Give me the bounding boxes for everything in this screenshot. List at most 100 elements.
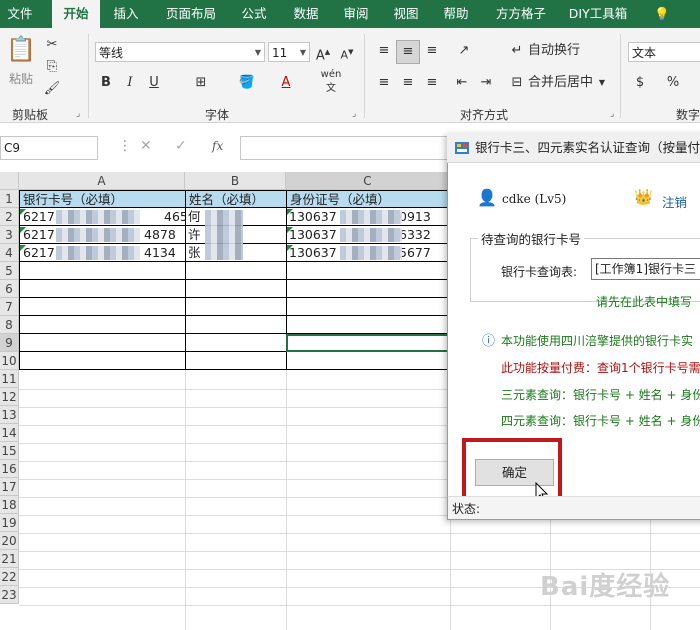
bold-button[interactable]: B (98, 72, 114, 94)
borders-icon[interactable]: ⊞ (190, 72, 212, 94)
selected-cell-c9[interactable] (286, 334, 451, 352)
row-header[interactable]: 11 (0, 370, 19, 388)
tab-view[interactable]: 视图 (386, 0, 426, 28)
align-center-icon[interactable]: ≡ (398, 72, 418, 94)
row-header[interactable]: 19 (0, 514, 19, 532)
merge-center-icon[interactable]: ⊟ (508, 72, 526, 94)
row-header[interactable]: 17 (0, 478, 19, 496)
decrease-indent-icon[interactable]: ⇤ (452, 72, 472, 94)
align-middle-icon[interactable]: ≡ (396, 40, 420, 64)
table-cell[interactable] (185, 352, 287, 370)
tab-page-layout[interactable]: 页面布局 (158, 0, 224, 28)
row-header[interactable]: 6 (0, 280, 19, 298)
table-cell[interactable] (286, 298, 451, 316)
cancel-icon[interactable]: ✕ (140, 138, 152, 154)
merge-center-button[interactable]: 合并后居中 (528, 72, 593, 94)
align-top-icon[interactable]: ≡ (374, 40, 394, 62)
table-cell[interactable] (19, 316, 186, 334)
tab-diy-toolbox[interactable]: DIY工具箱 (566, 0, 630, 28)
logout-link[interactable]: 注销 (662, 192, 687, 211)
row-header[interactable]: 10 (0, 352, 19, 370)
column-header-b[interactable]: B (185, 172, 286, 190)
row-header[interactable]: 18 (0, 496, 19, 514)
table-cell[interactable] (185, 316, 287, 334)
header-cell-card[interactable]: 银行卡号（必填） (19, 190, 186, 208)
font-color-icon[interactable]: A (276, 72, 296, 94)
row-header[interactable]: 3 (0, 226, 19, 244)
error-indicator-icon[interactable] (287, 227, 293, 233)
error-indicator-icon[interactable] (20, 227, 26, 233)
table-cell[interactable] (286, 352, 451, 370)
fill-color-icon[interactable]: 🪣 (236, 72, 258, 94)
tab-help[interactable]: 帮助 (436, 0, 476, 28)
clipboard-launcher-icon[interactable]: ⌟ (76, 109, 80, 119)
row-header[interactable]: 16 (0, 460, 19, 478)
cut-icon[interactable]: ✂ (42, 34, 62, 56)
row-header[interactable]: 7 (0, 298, 19, 316)
header-cell-id[interactable]: 身份证号（必填） (286, 190, 451, 208)
row-header[interactable]: 2 (0, 208, 19, 226)
dialog-title[interactable]: 银行卡三、四元素实名认证查询（按量付费） (447, 133, 700, 163)
format-painter-icon[interactable]: 🖌 (42, 78, 62, 100)
align-left-icon[interactable]: ≡ (374, 72, 394, 94)
table-cell[interactable] (19, 334, 186, 352)
align-bottom-icon[interactable]: ≡ (422, 40, 442, 62)
table-cell[interactable] (19, 352, 186, 370)
row-header[interactable]: 20 (0, 532, 19, 550)
row-header[interactable]: 12 (0, 388, 19, 406)
tab-insert[interactable]: 插入 (104, 0, 148, 28)
decrease-font-icon[interactable]: A▼ (338, 41, 356, 67)
tab-home[interactable]: 开始 (52, 0, 100, 28)
row-header[interactable]: 23 (0, 586, 19, 604)
select-all-corner[interactable] (0, 172, 19, 190)
table-cell[interactable] (185, 262, 287, 280)
row-header[interactable]: 1 (0, 190, 19, 208)
tab-data[interactable]: 数据 (284, 0, 328, 28)
header-cell-name[interactable]: 姓名（必填） (185, 190, 287, 208)
column-header-a[interactable]: A (19, 172, 185, 190)
font-launcher-icon[interactable]: ⌟ (352, 109, 356, 119)
table-cell[interactable] (185, 298, 287, 316)
chevron-down-icon[interactable]: ▼ (596, 72, 608, 94)
query-table-input[interactable]: [工作簿1]银行卡三 (591, 258, 700, 280)
underline-button[interactable]: U (146, 72, 162, 94)
error-indicator-icon[interactable] (287, 245, 293, 251)
font-name-combo[interactable]: 等线 ▼ (95, 42, 265, 62)
wrap-text-button[interactable]: 自动换行 (528, 40, 580, 62)
row-header[interactable]: 5 (0, 262, 19, 280)
orientation-icon[interactable]: ↗ (452, 40, 476, 62)
insert-function-icon[interactable]: fx (212, 139, 223, 153)
table-cell[interactable] (185, 334, 287, 352)
tab-formulas[interactable]: 公式 (232, 0, 276, 28)
tab-fangfang[interactable]: 方方格子 (488, 0, 554, 28)
row-header[interactable]: 14 (0, 424, 19, 442)
copy-icon[interactable]: ⎘ (42, 56, 62, 78)
row-header[interactable]: 9 (0, 334, 19, 352)
table-cell[interactable] (286, 316, 451, 334)
increase-font-icon[interactable]: A▲ (314, 41, 332, 67)
row-header[interactable]: 21 (0, 550, 19, 568)
alignment-launcher-icon[interactable]: ⌟ (610, 109, 614, 119)
italic-button[interactable]: I (122, 72, 138, 94)
name-box[interactable]: C9 (0, 136, 98, 160)
row-header[interactable]: 13 (0, 406, 19, 424)
percent-button[interactable]: % (665, 72, 681, 94)
error-indicator-icon[interactable] (20, 209, 26, 215)
paste-label[interactable]: 粘贴 (4, 68, 38, 90)
phonetic-guide-icon[interactable]: wén 文 (318, 68, 344, 96)
confirm-icon[interactable]: ✓ (175, 138, 187, 154)
table-cell[interactable] (185, 280, 287, 298)
font-size-combo[interactable]: 11 ▼ (268, 42, 310, 62)
tab-file[interactable]: 文件 (0, 0, 40, 28)
align-right-icon[interactable]: ≡ (422, 72, 442, 94)
tab-review[interactable]: 审阅 (336, 0, 376, 28)
table-cell[interactable] (286, 280, 451, 298)
error-indicator-icon[interactable] (287, 209, 293, 215)
lightbulb-icon[interactable]: 💡 (648, 0, 676, 28)
currency-button[interactable]: $ (632, 72, 648, 94)
table-cell[interactable] (19, 298, 186, 316)
increase-indent-icon[interactable]: ⇥ (476, 72, 496, 94)
row-header[interactable]: 15 (0, 442, 19, 460)
row-header[interactable]: 8 (0, 316, 19, 334)
number-format-combo[interactable]: 文本 (628, 42, 700, 62)
